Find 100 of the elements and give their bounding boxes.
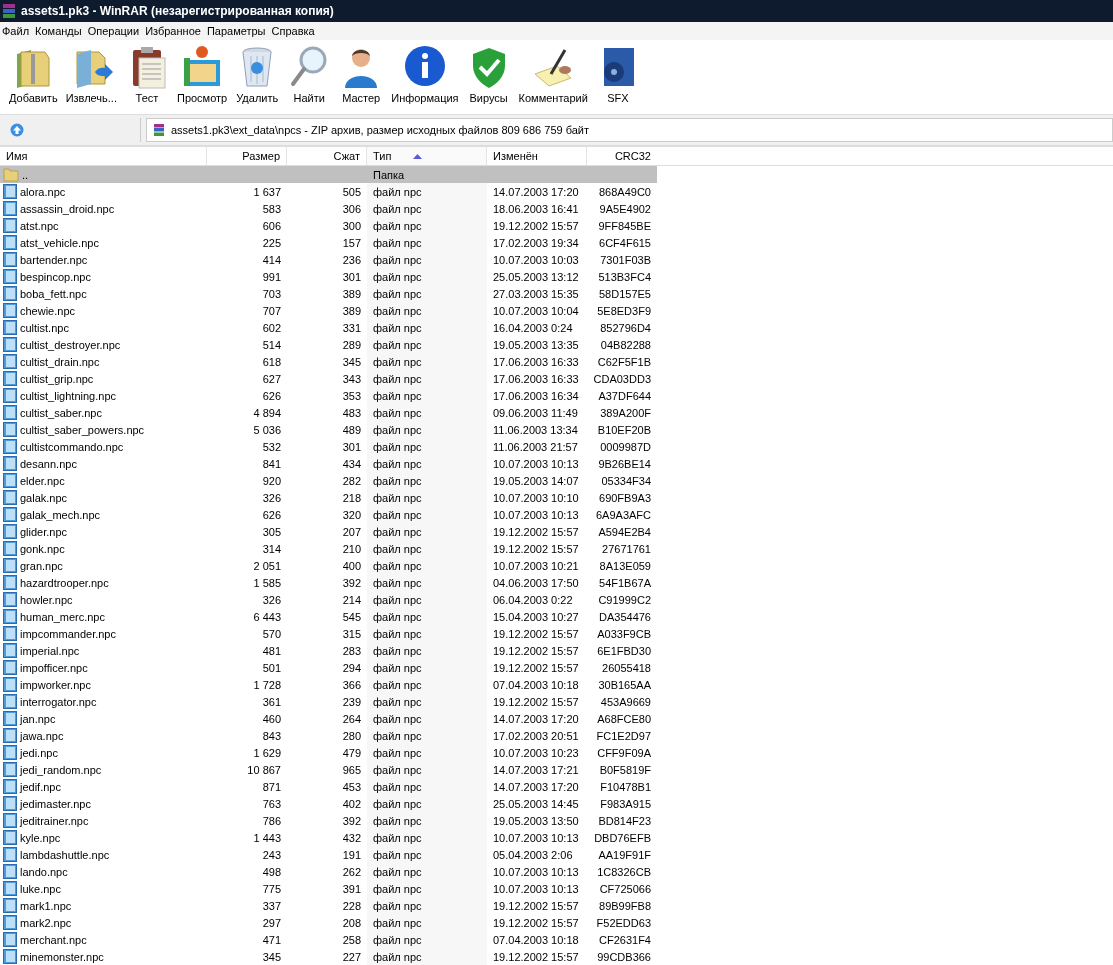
file-row[interactable]: cultist_drain.npc 618 345 файл npc 17.06.2003 16:33 C62F5F1B xyxy=(0,353,657,370)
file-row[interactable]: jedi_random.npc 10 867 965 файл npc 14.07.2003 17:21 B0F5819F xyxy=(0,761,657,778)
file-row[interactable]: mark1.npc 337 228 файл npc 19.12.2002 15:57 89B99FB8 xyxy=(0,897,657,914)
toolbar-button[interactable]: Тест xyxy=(121,44,172,104)
table-cell: 15.04.2003 10:27 xyxy=(493,610,579,623)
file-row[interactable]: howler.npc 326 214 файл npc 06.04.2003 0:22 C91999C2 xyxy=(0,591,657,608)
file-icon xyxy=(3,405,17,420)
file-row[interactable]: minemonster.npc 345 227 файл npc 19.12.2002 15:57 99CDB366 xyxy=(0,948,657,965)
column-header[interactable]: CRC32 xyxy=(587,147,657,165)
file-row[interactable]: jeditrainer.npc 786 392 файл npc 19.05.2003 13:50 BD814F23 xyxy=(0,812,657,829)
table-cell: A594E2B4 xyxy=(598,525,651,538)
menu-item[interactable]: Файл xyxy=(0,25,34,37)
file-row[interactable]: impworker.npc 1 728 366 файл npc 07.04.2003 10:18 30B165AA xyxy=(0,676,657,693)
file-row[interactable]: human_merc.npc 6 443 545 файл npc 15.04.2003 10:27 DA354476 xyxy=(0,608,657,625)
table-cell: 626 xyxy=(262,389,281,402)
file-row[interactable]: jan.npc 460 264 файл npc 14.07.2003 17:20 A68FCE80 xyxy=(0,710,657,727)
file-row[interactable]: cultist_grip.npc 627 343 файл npc 17.06.2003 16:33 CDA03DD3 xyxy=(0,370,657,387)
toolbar-button[interactable]: Просмотр xyxy=(173,44,231,104)
file-row[interactable]: assassin_droid.npc 583 306 файл npc 18.06.2003 16:41 9A5E4902 xyxy=(0,200,657,217)
menu-item[interactable]: Избранное xyxy=(143,25,205,37)
file-row[interactable]: jedif.npc 871 453 файл npc 14.07.2003 17:20 F10478B1 xyxy=(0,778,657,795)
menu-item[interactable]: Параметры xyxy=(204,25,270,37)
toolbar-button[interactable]: Найти xyxy=(284,44,335,104)
table-cell: 210 xyxy=(342,542,361,555)
file-row[interactable]: jedi.npc 1 629 479 файл npc 10.07.2003 10:23 CFF9F09A xyxy=(0,744,657,761)
file-row[interactable]: cultist_lightning.npc 626 353 файл npc 17.06.2003 16:34 A37DF644 xyxy=(0,387,657,404)
file-row[interactable]: alora.npc 1 637 505 файл npc 14.07.2003 17:20 868A49C0 xyxy=(0,183,657,200)
file-row[interactable]: gran.npc 2 051 400 файл npc 10.07.2003 10:21 8A13E059 xyxy=(0,557,657,574)
file-name: atst_vehicle.npc xyxy=(20,236,99,249)
file-name: jedi_random.npc xyxy=(20,763,102,776)
file-row[interactable]: lambdashuttle.npc 243 191 файл npc 05.04.2003 2:06 AA19F91F xyxy=(0,846,657,863)
table-cell: 264 xyxy=(342,712,361,725)
path-field[interactable]: assets1.pk3\ext_data\npcs - ZIP архив, размер исходных файлов 809 686 759 байт xyxy=(146,118,1113,142)
file-row[interactable]: cultist_saber_powers.npc 5 036 489 файл npc 11.06.2003 13:34 B10EF20B xyxy=(0,421,657,438)
file-row[interactable]: hazardtrooper.npc 1 585 392 файл npc 04.06.2003 17:50 54F1B67A xyxy=(0,574,657,591)
file-icon xyxy=(3,592,17,607)
table-cell: 289 xyxy=(342,338,361,351)
column-header[interactable]: Изменён xyxy=(487,147,587,165)
table-cell: 432 xyxy=(342,831,361,844)
file-icon xyxy=(3,847,17,862)
file-row[interactable]: kyle.npc 1 443 432 файл npc 10.07.2003 10:13 DBD76EFB xyxy=(0,829,657,846)
table-cell: файл npc xyxy=(373,372,422,385)
table-cell: файл npc xyxy=(373,457,422,470)
table-cell: 9B26BE14 xyxy=(598,457,651,470)
file-name: cultistcommando.npc xyxy=(20,440,124,453)
file-icon xyxy=(3,949,17,964)
file-row[interactable]: merchant.npc 471 258 файл npc 07.04.2003 10:18 CF2631F4 xyxy=(0,931,657,948)
table-cell: 05334F34 xyxy=(601,474,651,487)
file-name: cultist_grip.npc xyxy=(20,372,94,385)
toolbar-button[interactable]: Комментарий xyxy=(515,44,591,104)
file-row[interactable]: impofficer.npc 501 294 файл npc 19.12.2002 15:57 26055418 xyxy=(0,659,657,676)
column-header[interactable]: Размер xyxy=(207,147,287,165)
toolbar-button[interactable]: Вирусы xyxy=(463,44,514,104)
file-icon xyxy=(3,320,17,335)
table-cell: 14.07.2003 17:20 xyxy=(493,185,579,198)
file-row[interactable]: galak.npc 326 218 файл npc 10.07.2003 10:10 690FB9A3 xyxy=(0,489,657,506)
file-row[interactable]: desann.npc 841 434 файл npc 10.07.2003 10:13 9B26BE14 xyxy=(0,455,657,472)
table-cell: 4 894 xyxy=(253,406,281,419)
file-row[interactable]: impcommander.npc 570 315 файл npc 19.12.2002 15:57 A033F9CB xyxy=(0,625,657,642)
file-row[interactable]: lando.npc 498 262 файл npc 10.07.2003 10:13 1C8326CB xyxy=(0,863,657,880)
file-row[interactable]: boba_fett.npc 703 389 файл npc 27.03.2003 15:35 58D157E5 xyxy=(0,285,657,302)
table-cell: 07.04.2003 10:18 xyxy=(493,678,579,691)
table-cell: 391 xyxy=(342,882,361,895)
file-row[interactable]: .. Папка xyxy=(0,166,657,183)
column-header[interactable]: Тип xyxy=(367,147,487,165)
file-row[interactable]: jedimaster.npc 763 402 файл npc 25.05.2003 14:45 F983A915 xyxy=(0,795,657,812)
table-cell: файл npc xyxy=(373,780,422,793)
file-row[interactable]: cultist_saber.npc 4 894 483 файл npc 09.06.2003 11:49 389A200F xyxy=(0,404,657,421)
toolbar-button[interactable]: SFX xyxy=(592,44,643,104)
file-row[interactable]: luke.npc 775 391 файл npc 10.07.2003 10:13 CF725066 xyxy=(0,880,657,897)
file-row[interactable]: chewie.npc 707 389 файл npc 10.07.2003 10:04 5E8ED3F9 xyxy=(0,302,657,319)
file-row[interactable]: atst.npc 606 300 файл npc 19.12.2002 15:57 9FF845BE xyxy=(0,217,657,234)
file-row[interactable]: cultist.npc 602 331 файл npc 16.04.2003 0:24 852796D4 xyxy=(0,319,657,336)
file-row[interactable]: elder.npc 920 282 файл npc 19.05.2003 14:07 05334F34 xyxy=(0,472,657,489)
up-button[interactable] xyxy=(10,123,24,137)
file-row[interactable]: cultistcommando.npc 532 301 файл npc 11.06.2003 21:57 0009987D xyxy=(0,438,657,455)
menu-item[interactable]: Команды xyxy=(33,25,86,37)
file-icon xyxy=(3,473,17,488)
file-row[interactable]: imperial.npc 481 283 файл npc 19.12.2002 15:57 6E1FBD30 xyxy=(0,642,657,659)
file-row[interactable]: gonk.npc 314 210 файл npc 19.12.2002 15:57 27671761 xyxy=(0,540,657,557)
file-row[interactable]: galak_mech.npc 626 320 файл npc 10.07.2003 10:13 6A9A3AFC xyxy=(0,506,657,523)
toolbar-button[interactable]: Добавить xyxy=(6,44,61,104)
file-row[interactable]: jawa.npc 843 280 файл npc 17.02.2003 20:51 FC1E2D97 xyxy=(0,727,657,744)
file-row[interactable]: cultist_destroyer.npc 514 289 файл npc 19.05.2003 13:35 04B82288 xyxy=(0,336,657,353)
table-cell: файл npc xyxy=(373,559,422,572)
column-header[interactable]: Имя xyxy=(0,147,207,165)
file-row[interactable]: interrogator.npc 361 239 файл npc 19.12.2002 15:57 453A9669 xyxy=(0,693,657,710)
file-row[interactable]: bartender.npc 414 236 файл npc 10.07.2003 10:03 7301F03B xyxy=(0,251,657,268)
toolbar-button[interactable]: Удалить xyxy=(232,44,283,104)
file-name: lando.npc xyxy=(20,865,68,878)
menu-item[interactable]: Операции xyxy=(85,25,144,37)
toolbar-button[interactable]: Извлечь... xyxy=(62,44,120,104)
file-row[interactable]: glider.npc 305 207 файл npc 19.12.2002 15:57 A594E2B4 xyxy=(0,523,657,540)
menu-item[interactable]: Справка xyxy=(269,25,319,37)
file-row[interactable]: bespincop.npc 991 301 файл npc 25.05.2003 13:12 513B3FC4 xyxy=(0,268,657,285)
toolbar-button[interactable]: Информация xyxy=(388,44,462,104)
toolbar-button[interactable]: Мастер xyxy=(336,44,387,104)
file-name: gonk.npc xyxy=(20,542,65,555)
file-row[interactable]: atst_vehicle.npc 225 157 файл npc 17.02.2003 19:34 6CF4F615 xyxy=(0,234,657,251)
file-row[interactable]: mark2.npc 297 208 файл npc 19.12.2002 15:57 F52EDD63 xyxy=(0,914,657,931)
